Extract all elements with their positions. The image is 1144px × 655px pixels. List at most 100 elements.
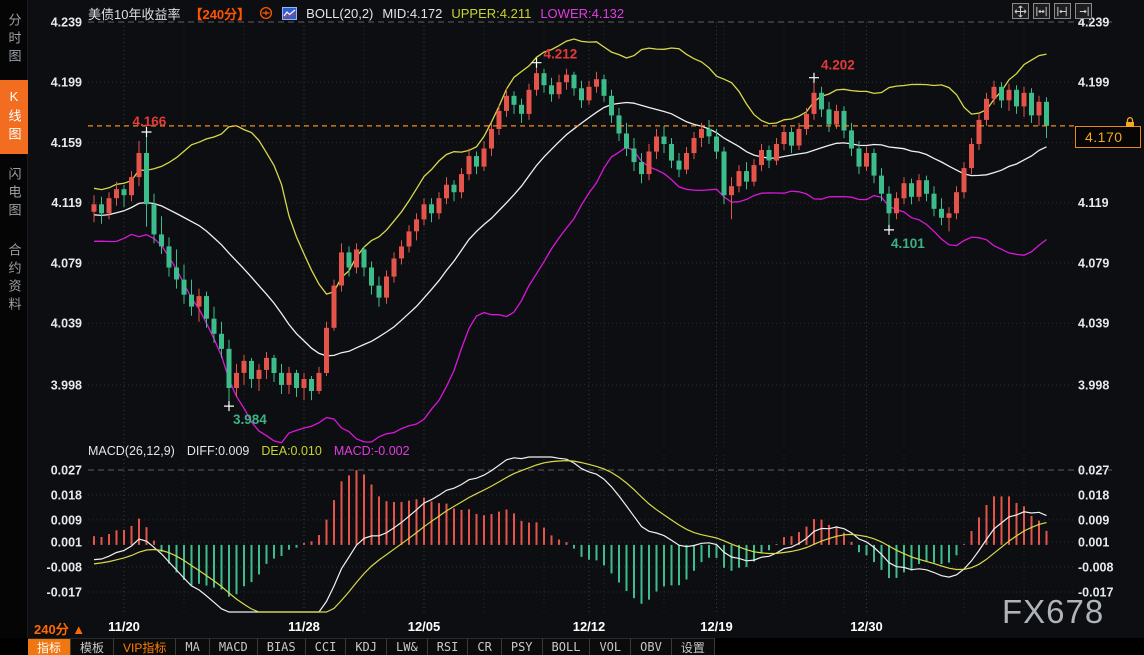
chart-toolbar <box>1012 3 1092 19</box>
candle-body <box>429 204 434 213</box>
candle-body <box>324 328 329 373</box>
sidebar-tab-timeshare[interactable]: 分时图 <box>0 4 28 76</box>
toolbar-item-13[interactable]: VOL <box>590 638 631 655</box>
candle-body <box>152 204 157 234</box>
candle-body <box>572 75 577 89</box>
axis-label: 3.998 <box>1078 379 1109 393</box>
axis-label: 0.027 <box>1078 464 1109 478</box>
axis-label: -0.008 <box>1078 561 1113 575</box>
toolbar-item-2[interactable]: VIP指标 <box>114 638 176 655</box>
candle-body <box>722 152 727 196</box>
candle-body <box>909 183 914 197</box>
period-menu-icon[interactable] <box>259 6 273 20</box>
fit-x-axis-icon[interactable] <box>1033 3 1050 19</box>
candle-body <box>669 144 674 161</box>
candle-body <box>939 209 944 218</box>
candle-body <box>452 185 457 193</box>
period-indicator[interactable]: 240分 ▲ <box>34 619 85 638</box>
toolbar-item-8[interactable]: LW& <box>387 638 428 655</box>
x-axis-date: 11/28 <box>288 619 320 634</box>
x-axis-row: 240分 ▲ 11/2011/2812/0512/1212/1912/30 <box>0 616 1144 638</box>
candle-body <box>992 87 997 99</box>
candle-body <box>1044 102 1049 126</box>
candle-body <box>924 180 929 194</box>
toolbar-item-15[interactable]: 设置 <box>672 638 715 655</box>
candle-body <box>677 161 682 170</box>
candle-body <box>662 137 667 145</box>
candle-body <box>519 105 524 114</box>
candle-body <box>984 99 989 120</box>
candle-body <box>827 109 832 124</box>
axis-label: 4.119 <box>51 196 82 210</box>
toolbar-item-10[interactable]: CR <box>468 638 501 655</box>
candle-body <box>339 252 344 285</box>
axis-label: 0.001 <box>51 536 82 550</box>
candle-body <box>482 149 487 167</box>
toolbar-item-11[interactable]: PSY <box>502 638 543 655</box>
candle-body <box>549 85 554 94</box>
shift-right-icon[interactable] <box>1075 3 1092 19</box>
toolbar-item-14[interactable]: OBV <box>631 638 672 655</box>
shift-left-icon[interactable] <box>1054 3 1071 19</box>
axis-label: 4.079 <box>1078 257 1109 271</box>
candle-body <box>857 149 862 167</box>
candle-body <box>729 186 734 195</box>
macd-diff-value: DIFF:0.009 <box>187 444 250 458</box>
candle-body <box>459 174 464 192</box>
candle-body <box>767 150 772 161</box>
candle-body <box>932 194 937 209</box>
boll-lower-value: LOWER:4.132 <box>540 6 624 21</box>
indicator-style-icon[interactable] <box>282 7 297 20</box>
macd-dea-value: DEA:0.010 <box>261 444 321 458</box>
toolbar-item-4[interactable]: MACD <box>210 638 258 655</box>
toolbar-item-9[interactable]: RSI <box>428 638 469 655</box>
axis-label: -0.017 <box>47 586 82 600</box>
axis-label: 0.001 <box>1078 536 1109 550</box>
candle-body <box>714 137 719 152</box>
swing-marker-cross <box>224 401 234 411</box>
candle-body <box>362 249 367 267</box>
candle-body <box>557 82 562 94</box>
candle-body <box>819 93 824 110</box>
toolbar-item-7[interactable]: KDJ <box>346 638 387 655</box>
swing-marker-label: 4.212 <box>544 47 578 62</box>
candle-body <box>947 213 952 218</box>
toolbar-item-0[interactable]: 指标 <box>28 638 71 655</box>
toolbar-item-12[interactable]: BOLL <box>543 638 591 655</box>
candle-body <box>774 144 779 161</box>
toolbar-item-6[interactable]: CCI <box>306 638 347 655</box>
candle-body <box>744 171 749 182</box>
candle-body <box>647 152 652 175</box>
candle-body <box>257 370 262 379</box>
scale-lock-icon[interactable] <box>1124 115 1136 133</box>
candle-body <box>902 183 907 198</box>
toolbar-item-1[interactable]: 模板 <box>71 638 114 655</box>
candle-body <box>789 132 794 146</box>
pan-tool-icon[interactable] <box>1012 3 1029 19</box>
chart-canvas[interactable]: 4.1663.9844.2124.2024.1014.2394.2394.199… <box>28 0 1144 625</box>
axis-label: 0.009 <box>51 513 82 527</box>
sidebar-tab-flash[interactable]: 闪电图 <box>0 158 28 230</box>
macd-params-label: MACD(26,12,9) <box>88 444 175 458</box>
candle-body <box>969 144 974 168</box>
candle-body <box>99 204 104 213</box>
axis-label: 0.027 <box>51 464 82 478</box>
candle-body <box>242 361 247 373</box>
toolbar-item-3[interactable]: MA <box>176 638 209 655</box>
candle-body <box>489 129 494 149</box>
candle-body <box>467 156 472 174</box>
toolbar-item-5[interactable]: BIAS <box>258 638 306 655</box>
sidebar-tab-contract-info[interactable]: 合约资料 <box>0 234 28 324</box>
candle-body <box>474 156 479 167</box>
candle-body <box>354 249 359 267</box>
candle-body <box>294 373 299 388</box>
period-label: 【240分】 <box>189 4 250 23</box>
sidebar-tab-kline[interactable]: K线图 <box>0 80 28 154</box>
axis-label: 4.199 <box>51 76 82 90</box>
candle-body <box>197 296 202 307</box>
candle-body <box>707 129 712 137</box>
boll-mid-value: MID:4.172 <box>382 6 442 21</box>
swing-marker-label: 3.984 <box>233 412 267 427</box>
candle-body <box>512 96 517 105</box>
candle-body <box>954 192 959 213</box>
